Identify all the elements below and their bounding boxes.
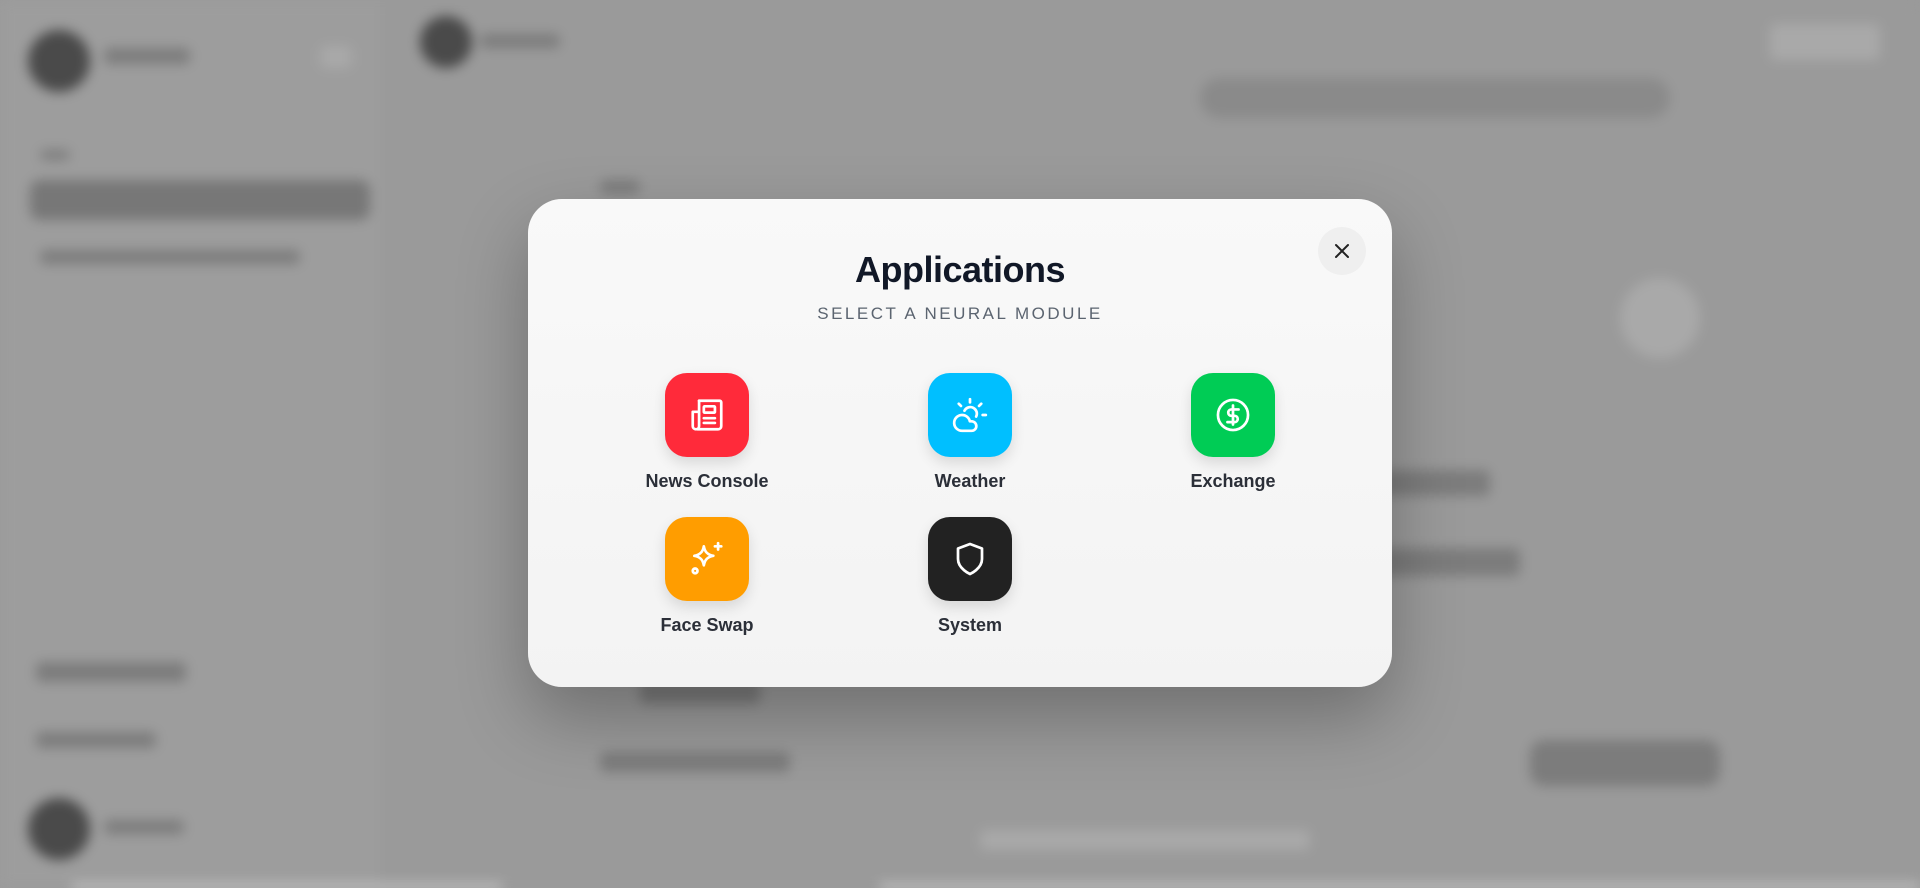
app-face-swap[interactable]: Face Swap [617,517,797,636]
applications-modal: Applications SELECT A NEURAL MODULE News… [528,199,1392,687]
app-tile [928,373,1012,457]
app-weather[interactable]: Weather [880,373,1060,492]
app-exchange[interactable]: Exchange [1143,373,1323,492]
modal-subtitle: SELECT A NEURAL MODULE [817,304,1103,323]
app-system[interactable]: System [880,517,1060,636]
sparkles-icon [691,541,723,575]
cloud-sun-icon [952,397,988,433]
dollar-circle-icon [1216,398,1250,432]
app-label: Exchange [1190,471,1276,491]
app-tile [665,373,749,457]
app-tile [928,517,1012,601]
app-tile [665,517,749,601]
newspaper-icon [691,399,723,431]
background-sidebar [0,0,381,888]
app-label: Weather [934,471,1006,491]
shield-icon [956,542,984,576]
app-tile [1191,373,1275,457]
app-news-console[interactable]: News Console [617,373,797,492]
app-label: News Console [645,471,769,491]
modal-title: Applications [854,249,1066,290]
app-label: Face Swap [660,615,754,635]
app-label: System [937,615,1003,635]
